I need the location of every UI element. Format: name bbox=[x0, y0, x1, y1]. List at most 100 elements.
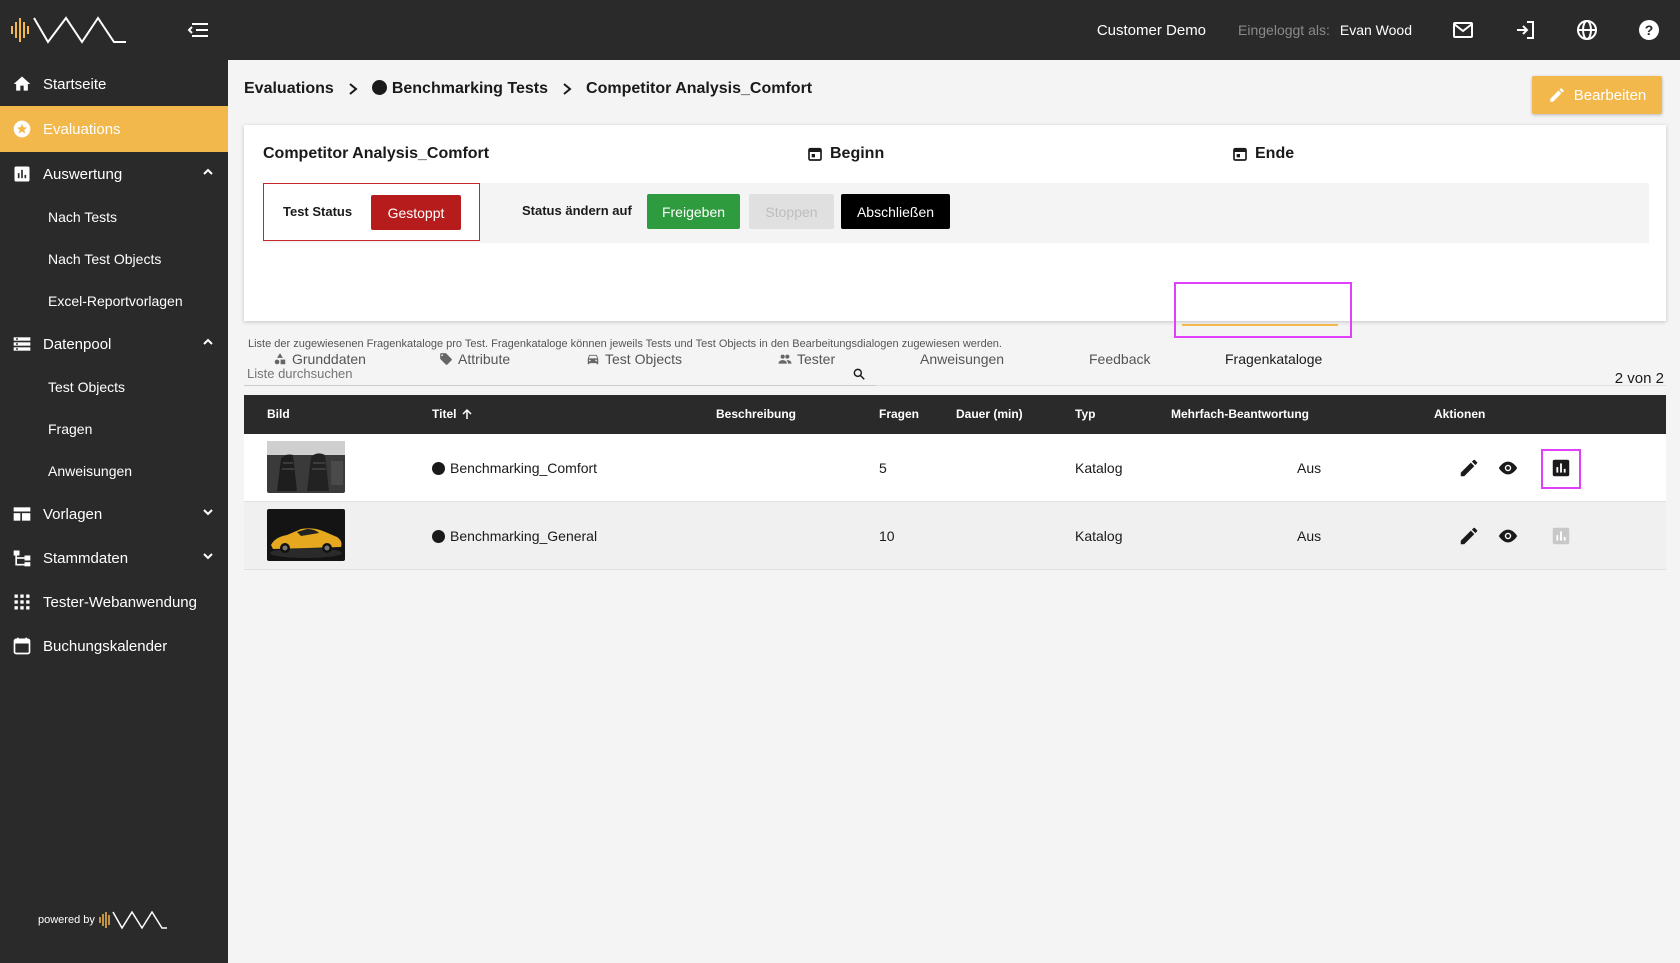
sidebar: Startseite Evaluations Auswertung Nach T… bbox=[0, 0, 228, 963]
sidebar-item-test-objects[interactable]: Test Objects bbox=[0, 366, 228, 408]
sidebar-item-stammdaten[interactable]: Stammdaten bbox=[0, 536, 228, 580]
change-status-label: Status ändern auf bbox=[522, 203, 632, 218]
col-titel[interactable]: Titel bbox=[432, 407, 473, 421]
brand-logo-small bbox=[99, 910, 167, 930]
release-button[interactable]: Freigeben bbox=[647, 194, 740, 229]
powered-by-label: powered by bbox=[38, 914, 95, 926]
sidebar-item-nach-tests[interactable]: Nach Tests bbox=[0, 196, 228, 238]
test-status-label: Test Status bbox=[283, 204, 353, 219]
sidebar-item-label: Buchungskalender bbox=[43, 637, 168, 655]
search-field bbox=[244, 362, 876, 386]
sidebar-item-vorlagen[interactable]: Vorlagen bbox=[0, 492, 228, 536]
calendar-icon bbox=[12, 636, 32, 656]
collapse-menu-icon[interactable] bbox=[186, 20, 210, 40]
col-mehrfach[interactable]: Mehrfach-Beantwortung bbox=[1171, 407, 1309, 421]
row-title[interactable]: Benchmarking_General bbox=[432, 528, 597, 544]
pencil-icon bbox=[1549, 88, 1564, 102]
sidebar-item-label: Evaluations bbox=[43, 120, 121, 138]
sidebar-item-fragen[interactable]: Fragen bbox=[0, 408, 228, 450]
search-icon[interactable] bbox=[852, 367, 866, 381]
breadcrumb-evaluations[interactable]: Evaluations bbox=[244, 80, 334, 98]
globe-icon[interactable] bbox=[1556, 0, 1618, 60]
edit-icon[interactable] bbox=[1458, 525, 1480, 547]
tab-label: Anweisungen bbox=[920, 351, 1005, 367]
breadcrumb-test[interactable]: Benchmarking Tests bbox=[371, 80, 549, 98]
view-icon[interactable] bbox=[1497, 457, 1519, 479]
tab-label: Feedback bbox=[1089, 351, 1151, 367]
mail-icon[interactable] bbox=[1432, 0, 1494, 60]
chart-icon bbox=[12, 164, 32, 184]
tab-highlight-box bbox=[1174, 282, 1352, 338]
col-typ[interactable]: Typ bbox=[1075, 407, 1095, 421]
list-icon bbox=[12, 334, 32, 354]
status-badge: Gestoppt bbox=[371, 195, 461, 230]
sidebar-item-datenpool[interactable]: Datenpool bbox=[0, 322, 228, 366]
help-icon[interactable]: ? bbox=[1618, 0, 1680, 60]
tab-feedback[interactable]: Feedback bbox=[1089, 332, 1150, 386]
chevron-down-icon bbox=[203, 553, 213, 560]
sidebar-item-auswertung[interactable]: Auswertung bbox=[0, 152, 228, 196]
sidebar-item-label: Vorlagen bbox=[43, 505, 103, 523]
table-header: Bild Titel Beschreibung Fragen Dauer (mi… bbox=[244, 395, 1666, 434]
chevron-up-icon bbox=[203, 168, 213, 175]
table-row: Benchmarking_Comfort 5 Katalog Aus bbox=[244, 434, 1666, 502]
tab-label: Fragenkataloge bbox=[1225, 351, 1323, 367]
sidebar-item-label: Stammdaten bbox=[43, 549, 129, 567]
status-dot bbox=[371, 80, 387, 95]
table-row: Benchmarking_General 10 Katalog Aus bbox=[244, 502, 1666, 570]
chevron-right-icon bbox=[563, 83, 572, 95]
calendar-icon bbox=[808, 147, 822, 161]
breadcrumb-test-label: Benchmarking Tests bbox=[391, 80, 549, 97]
view-icon[interactable] bbox=[1497, 525, 1519, 547]
breadcrumb: Evaluations Benchmarking Tests Competito… bbox=[244, 80, 812, 98]
sidebar-item-nach-test-objects[interactable]: Nach Test Objects bbox=[0, 238, 228, 280]
logout-icon[interactable] bbox=[1494, 0, 1556, 60]
arrow-up-icon bbox=[462, 408, 472, 419]
chevron-down-icon bbox=[203, 509, 213, 516]
sidebar-item-anweisungen[interactable]: Anweisungen bbox=[0, 450, 228, 492]
brand-logo bbox=[11, 16, 126, 44]
calendar-icon bbox=[1233, 147, 1247, 161]
chevron-right-icon bbox=[349, 83, 358, 95]
sidebar-nav: Startseite Evaluations Auswertung Nach T… bbox=[0, 62, 228, 668]
test-title: Competitor Analysis_Comfort bbox=[263, 145, 490, 162]
col-fragen[interactable]: Fragen bbox=[879, 407, 919, 421]
row-title-label: Benchmarking_Comfort bbox=[450, 460, 598, 476]
user-name: Evan Wood bbox=[1339, 22, 1412, 38]
tab-fragenkataloge[interactable]: Fragenkataloge bbox=[1225, 332, 1322, 386]
col-dauer[interactable]: Dauer (min) bbox=[956, 407, 1023, 421]
sidebar-item-label: Auswertung bbox=[43, 165, 123, 183]
edit-button[interactable]: Bearbeiten bbox=[1532, 76, 1662, 114]
catalog-table: Bild Titel Beschreibung Fragen Dauer (mi… bbox=[244, 395, 1666, 570]
begin-label: Beginn bbox=[830, 145, 885, 162]
main-content: Evaluations Benchmarking Tests Competito… bbox=[228, 60, 1680, 963]
sidebar-item-tester-webanwendung[interactable]: Tester-Webanwendung bbox=[0, 580, 228, 624]
list-hint: Liste der zugewiesenen Fragenkataloge pr… bbox=[248, 338, 1002, 350]
results-chart-icon[interactable] bbox=[1550, 457, 1572, 479]
tab-active-indicator bbox=[1182, 324, 1338, 326]
sidebar-item-evaluations[interactable]: Evaluations bbox=[0, 106, 228, 152]
row-multi: Aus bbox=[1297, 528, 1322, 544]
header-right: Customer Demo Eingeloggt als: Evan Wood … bbox=[1097, 0, 1680, 60]
stop-button: Stoppen bbox=[749, 194, 834, 229]
row-type: Katalog bbox=[1075, 460, 1123, 476]
breadcrumb-current: Competitor Analysis_Comfort bbox=[586, 80, 813, 97]
col-beschreibung[interactable]: Beschreibung bbox=[716, 407, 796, 421]
edit-button-label: Bearbeiten bbox=[1573, 86, 1647, 104]
col-bild[interactable]: Bild bbox=[267, 407, 290, 421]
catalog-image bbox=[267, 509, 345, 561]
row-questions: 5 bbox=[879, 460, 887, 476]
sidebar-item-excel-reportvorlagen[interactable]: Excel-Reportvorlagen bbox=[0, 280, 228, 322]
test-status-box: Test Status Gestoppt bbox=[263, 183, 480, 241]
edit-icon[interactable] bbox=[1458, 457, 1480, 479]
search-input[interactable] bbox=[244, 366, 844, 381]
status-dot bbox=[432, 462, 445, 475]
sidebar-item-startseite[interactable]: Startseite bbox=[0, 62, 228, 106]
end-date: Ende bbox=[1232, 145, 1294, 163]
sidebar-item-buchungskalender[interactable]: Buchungskalender bbox=[0, 624, 228, 668]
row-title[interactable]: Benchmarking_Comfort bbox=[432, 460, 597, 476]
row-title-label: Benchmarking_General bbox=[450, 528, 598, 544]
complete-button[interactable]: Abschließen bbox=[841, 194, 950, 229]
sidebar-item-label: Tester-Webanwendung bbox=[43, 593, 197, 611]
customer-name[interactable]: Customer Demo bbox=[1097, 22, 1206, 39]
